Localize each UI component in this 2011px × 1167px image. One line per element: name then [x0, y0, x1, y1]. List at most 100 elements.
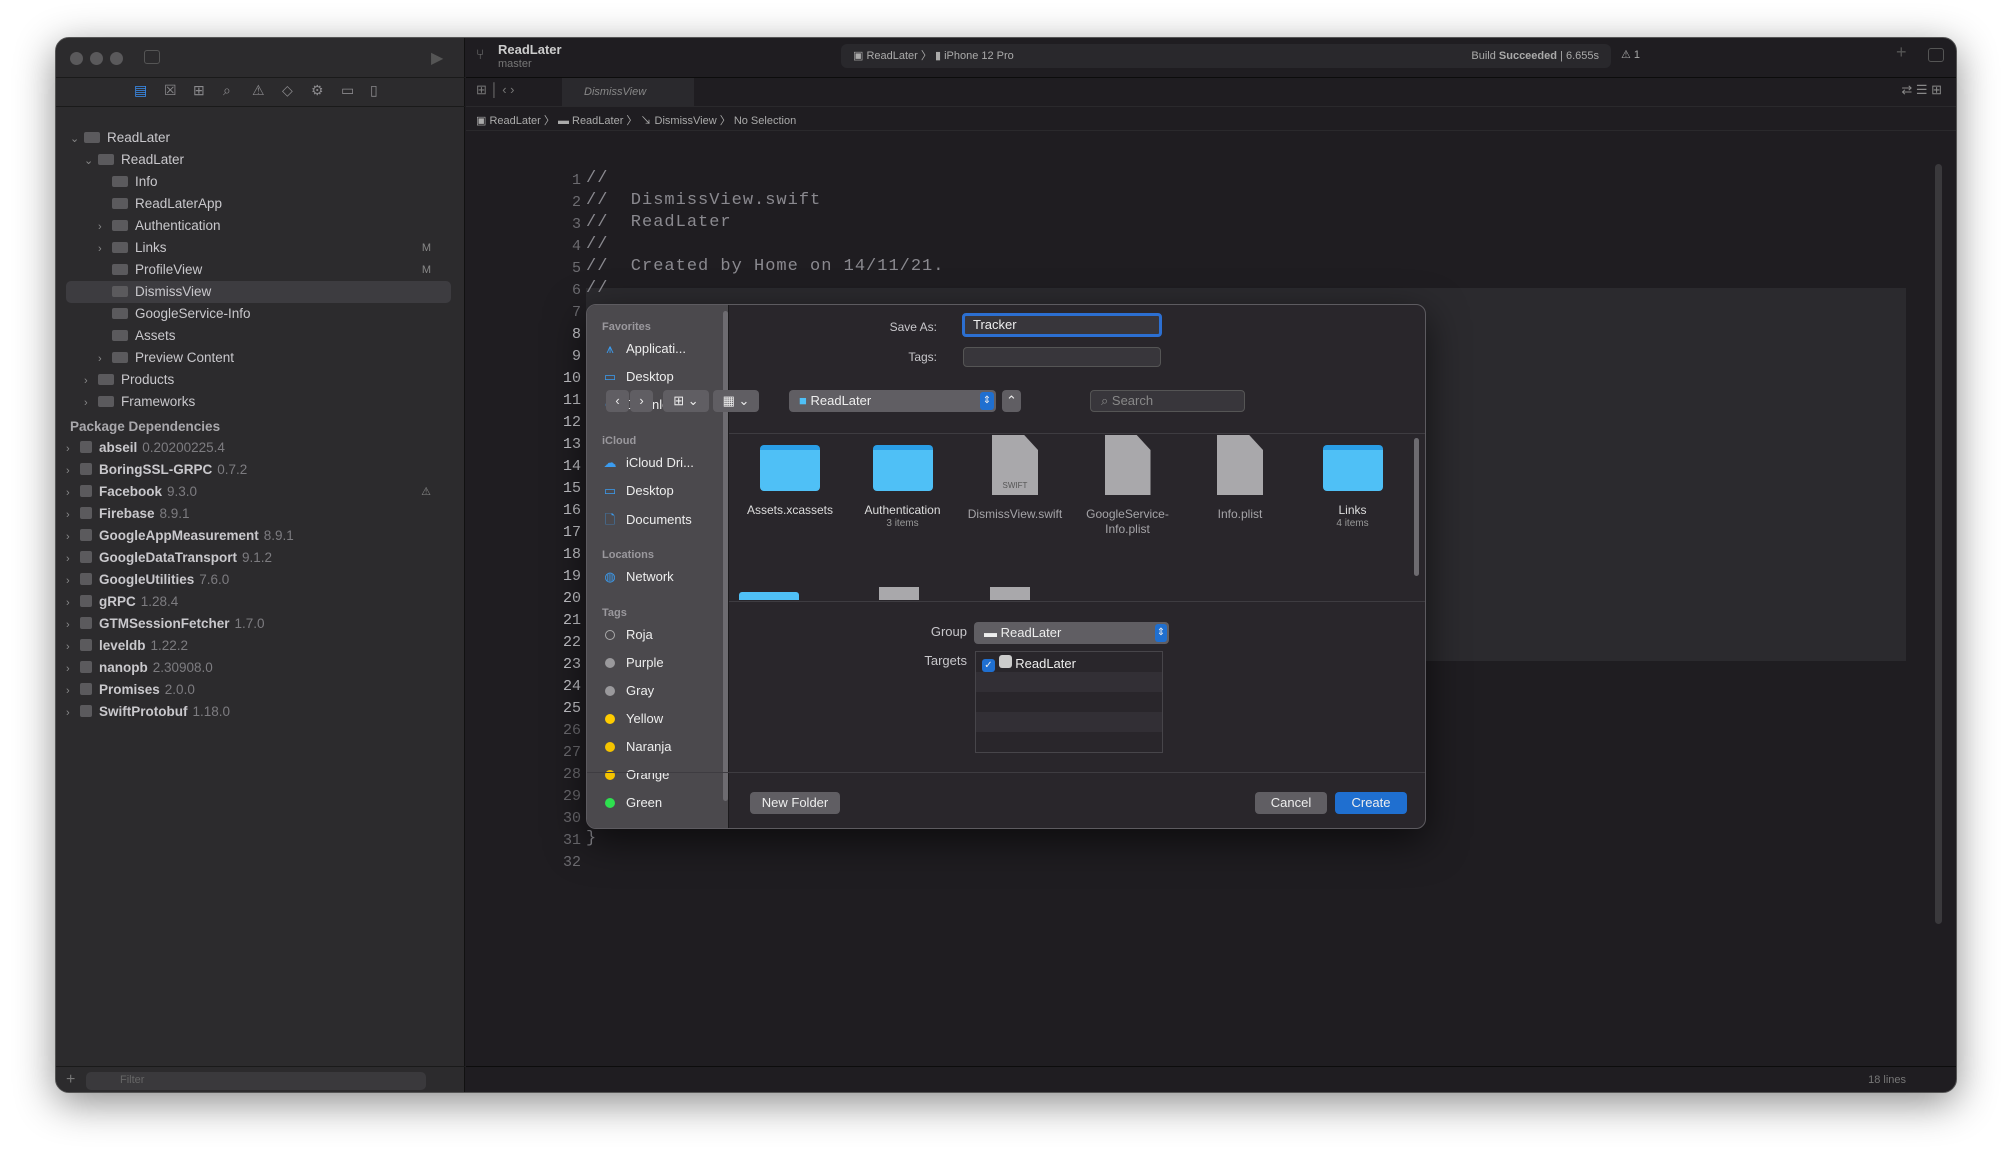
disclosure-icon[interactable]: › [84, 370, 98, 392]
group-view-button[interactable]: ▦ ⌄ [713, 390, 759, 412]
breadcrumb[interactable]: ▣ ReadLater 〉 ▬ ReadLater 〉 ↘ DismissVie… [476, 112, 796, 128]
disclosure-icon[interactable]: › [98, 216, 112, 238]
tag-item[interactable]: Purple [602, 655, 664, 670]
navigator-item[interactable]: › Frameworks [66, 391, 451, 413]
package-item[interactable]: › nanopb 2.30908.0 [66, 657, 451, 679]
test-icon[interactable]: ◇ [282, 82, 293, 99]
file-item[interactable]: SWIFT DismissView.swift [960, 435, 1070, 522]
package-item[interactable]: › GoogleAppMeasurement 8.9.1 [66, 525, 451, 547]
file-item[interactable]: GoogleService-Info.plist [1073, 435, 1183, 537]
code-line[interactable]: // Created by Home on 14/11/21. [586, 257, 944, 276]
target-row[interactable]: ✓ ReadLater [982, 655, 1076, 672]
icon-view-button[interactable]: ⊞ ⌄ [663, 390, 709, 412]
back-button[interactable]: ‹ [606, 390, 629, 412]
navigator-item[interactable]: Info [66, 171, 451, 193]
editor-options-icon[interactable]: ⇄ ☰ ⊞ [1901, 82, 1942, 98]
package-item[interactable]: › Firebase 8.9.1 [66, 503, 451, 525]
code-line[interactable]: // [586, 235, 608, 254]
source-control-icon[interactable]: ☒ [164, 82, 177, 99]
disclosure-icon[interactable]: › [66, 702, 80, 724]
navigator-item[interactable]: › Authentication [66, 215, 451, 237]
find-icon[interactable]: ⌕ [223, 82, 231, 99]
run-icon[interactable]: ▶ [431, 48, 443, 68]
code-line[interactable]: } [586, 829, 597, 848]
disclosure-icon[interactable]: › [66, 438, 80, 460]
tag-item[interactable]: Orange [602, 767, 669, 782]
disclosure-icon[interactable]: ⌄ [70, 128, 84, 150]
scheme-selector[interactable]: ▣ ReadLater [853, 50, 918, 62]
code-line[interactable]: // DismissView.swift [586, 191, 821, 210]
create-button[interactable]: Create [1335, 792, 1407, 814]
file-item[interactable]: Assets.xcassets [735, 445, 845, 518]
package-item[interactable]: › Promises 2.0.0 [66, 679, 451, 701]
disclosure-icon[interactable]: › [66, 504, 80, 526]
browser-scrollbar[interactable] [1414, 438, 1419, 576]
disclosure-icon[interactable]: › [66, 526, 80, 548]
debug-icon[interactable]: ⚙ [311, 82, 324, 99]
navigator-item[interactable]: ReadLaterApp [66, 193, 451, 215]
sidebar-item[interactable]: ▭ Desktop [602, 369, 674, 385]
disclosure-icon[interactable]: › [66, 482, 80, 504]
disclosure-icon[interactable]: › [98, 238, 112, 260]
sidebar-item[interactable]: ⩚ Applicati... [602, 341, 686, 357]
breakpoint-icon[interactable]: ▭ [341, 82, 354, 99]
sidebar-toggle-icon[interactable] [144, 50, 160, 64]
disclosure-icon[interactable]: › [66, 680, 80, 702]
collapse-button[interactable]: ⌃ [1002, 390, 1021, 412]
sidebar-item[interactable]: 🗋 Documents [602, 511, 692, 533]
disclosure-icon[interactable]: › [66, 636, 80, 658]
navigator-item[interactable]: GoogleService-Info [66, 303, 451, 325]
sidebar-scrollbar[interactable] [723, 311, 728, 801]
report-icon[interactable]: ▯ [370, 82, 378, 99]
sidebar-item[interactable]: ☁ iCloud Dri... [602, 455, 694, 471]
minimize-button[interactable] [90, 52, 103, 65]
disclosure-icon[interactable]: › [66, 548, 80, 570]
new-folder-button[interactable]: New Folder [750, 792, 840, 814]
library-icon[interactable]: + [1896, 42, 1907, 63]
tab-dismissview[interactable]: DismissView [562, 78, 694, 106]
inspector-toggle-icon[interactable] [1928, 48, 1944, 62]
forward-button[interactable]: › [630, 390, 653, 412]
navigator-item[interactable]: › Links M [66, 237, 451, 259]
file-item[interactable]: Links 4 items [1298, 445, 1408, 529]
navigator-item[interactable]: ⌄ ReadLater [66, 127, 451, 149]
symbol-navigator-icon[interactable]: ⊞ [193, 82, 205, 99]
tag-item[interactable]: Green [602, 795, 662, 810]
code-line[interactable]: // [586, 279, 608, 298]
package-item[interactable]: › SwiftProtobuf 1.18.0 [66, 701, 451, 723]
navigator-item[interactable]: DismissView [66, 281, 451, 303]
activity-bar[interactable]: ▣ ReadLater 〉 ▮ iPhone 12 Pro Build Succ… [841, 44, 1611, 68]
grid-icon[interactable]: ⊞ │ ‹ › [476, 82, 515, 98]
navigator-item[interactable]: › Preview Content [66, 347, 451, 369]
navigator-item[interactable]: ProfileView M [66, 259, 451, 281]
file-item[interactable]: Authentication 3 items [848, 445, 958, 529]
package-item[interactable]: › GoogleUtilities 7.6.0 [66, 569, 451, 591]
tags-input[interactable] [963, 347, 1161, 367]
code-line[interactable]: // [586, 169, 608, 188]
disclosure-icon[interactable]: › [98, 348, 112, 370]
filter-input[interactable]: Filter [86, 1072, 426, 1090]
add-icon[interactable]: + [66, 1071, 75, 1089]
search-input[interactable]: ⌕ Search [1090, 390, 1245, 412]
tag-item[interactable]: Naranja [602, 739, 672, 754]
target-checkbox[interactable]: ✓ [982, 659, 995, 672]
disclosure-icon[interactable]: › [84, 392, 98, 414]
disclosure-icon[interactable]: › [66, 592, 80, 614]
disclosure-icon[interactable]: › [66, 570, 80, 592]
issue-icon[interactable]: ⚠ [252, 82, 265, 99]
disclosure-icon[interactable]: ⌄ [84, 150, 98, 172]
editor-scrollbar[interactable] [1935, 164, 1942, 924]
sidebar-item[interactable]: ◍ Network [602, 569, 673, 585]
package-item[interactable]: › GTMSessionFetcher 1.7.0 [66, 613, 451, 635]
disclosure-icon[interactable]: › [66, 658, 80, 680]
navigator-item[interactable]: Assets [66, 325, 451, 347]
file-item[interactable]: Info.plist [1185, 435, 1295, 522]
navigator-item[interactable]: ⌄ ReadLater [66, 149, 451, 171]
device-selector[interactable]: ▮ iPhone 12 Pro [935, 50, 1014, 62]
disclosure-icon[interactable]: › [66, 460, 80, 482]
save-as-input[interactable]: Tracker [962, 313, 1162, 337]
navigator-item[interactable]: › Products [66, 369, 451, 391]
package-item[interactable]: › leveldb 1.22.2 [66, 635, 451, 657]
code-line[interactable]: // ReadLater [586, 213, 732, 232]
package-item[interactable]: › abseil 0.20200225.4 [66, 437, 451, 459]
